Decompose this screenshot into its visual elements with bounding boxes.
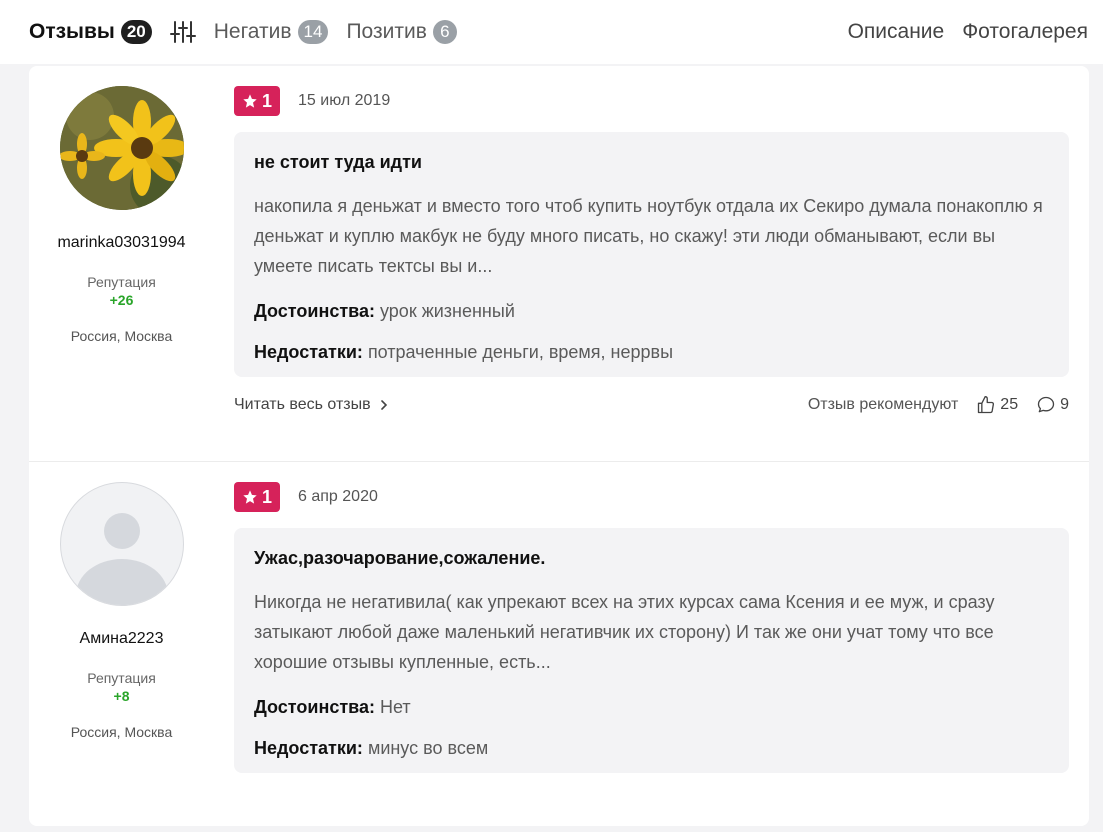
likes-count: 25 <box>1000 396 1019 413</box>
review-meta: 1 15 июл 2019 <box>234 86 1069 116</box>
tab-positive-label: Позитив <box>346 20 427 43</box>
tab-reviews-label: Отзывы <box>29 20 115 43</box>
top-links: Описание Фотогалерея <box>830 20 1088 44</box>
review-author: marinka03031994 Репутация +26 Россия, Мо… <box>29 66 214 344</box>
like-button[interactable]: 25 <box>976 395 1018 415</box>
rating-value: 1 <box>262 90 273 111</box>
user-location: Россия, Москва <box>70 724 173 740</box>
tab-positive[interactable]: Позитив 6 <box>346 20 457 44</box>
tab-negative[interactable]: Негатив 14 <box>214 20 329 44</box>
negative-count-badge: 14 <box>297 20 329 44</box>
review-item: marinka03031994 Репутация +26 Россия, Мо… <box>29 66 1089 462</box>
positive-count-badge: 6 <box>432 20 457 44</box>
filter-settings-icon[interactable] <box>169 20 196 44</box>
reputation-value: +8 <box>113 688 130 704</box>
tab-negative-label: Негатив <box>213 20 292 43</box>
chevron-right-icon <box>380 400 387 410</box>
review-text: накопила я деньжат и вместо того чтоб ку… <box>254 196 1043 276</box>
pros-label: Достоинства: <box>254 697 375 717</box>
pros-text: урок жизненный <box>380 301 515 321</box>
comment-icon <box>1037 396 1055 413</box>
reputation-value: +26 <box>109 292 134 308</box>
review-card[interactable]: не стоит туда идти накопила я деньжат и … <box>234 132 1069 377</box>
review-title: не стоит туда идти <box>254 152 422 172</box>
read-more-link[interactable]: Читать весь отзыв <box>234 396 391 414</box>
review-content: 1 6 апр 2020 Ужас,разочарование,сожалени… <box>234 462 1069 773</box>
description-link[interactable]: Описание <box>848 20 945 44</box>
cons-text: потраченные деньги, время, неррвы <box>367 342 674 362</box>
username[interactable]: marinka03031994 <box>57 232 187 254</box>
review-title: Ужас,разочарование,сожаление. <box>254 548 546 568</box>
pros-text: Нет <box>380 697 411 717</box>
comments-count: 9 <box>1060 396 1069 413</box>
tab-reviews[interactable]: Отзывы 20 <box>29 20 152 44</box>
review-pros: Достоинства: Нет <box>254 697 1049 718</box>
rating-badge: 1 <box>234 86 281 116</box>
star-icon <box>243 490 257 504</box>
default-user-icon <box>75 513 168 605</box>
avatar[interactable] <box>59 482 184 606</box>
review-date: 6 апр 2020 <box>298 488 378 505</box>
review-footer: Читать весь отзыв Отзыв рекомендуют 25 9 <box>234 393 1069 417</box>
star-icon <box>243 94 257 108</box>
gallery-link[interactable]: Фотогалерея <box>962 20 1088 44</box>
thumbs-up-icon <box>978 396 995 414</box>
review-meta: 1 6 апр 2020 <box>234 482 1069 512</box>
review-card[interactable]: Ужас,разочарование,сожаление. Никогда не… <box>234 528 1069 773</box>
reviews-list: marinka03031994 Репутация +26 Россия, Мо… <box>29 66 1089 826</box>
cons-text: минус во всем <box>367 738 489 758</box>
cons-label: Недостатки: <box>254 342 363 362</box>
rating-badge: 1 <box>234 482 281 512</box>
review-cons: Недостатки: потраченные деньги, время, н… <box>254 342 1049 363</box>
read-more-label: Читать весь отзыв <box>234 396 371 413</box>
review-item: Амина2223 Репутация +8 Россия, Москва 1 … <box>29 462 1089 832</box>
review-content: 1 15 июл 2019 не стоит туда идти накопил… <box>234 66 1069 417</box>
recommend-label: Отзыв рекомендуют <box>807 396 959 413</box>
reviews-count-badge: 20 <box>120 20 152 44</box>
pros-label: Достоинства: <box>254 301 375 321</box>
username[interactable]: Амина2223 <box>57 628 187 650</box>
user-location: Россия, Москва <box>70 328 173 344</box>
avatar[interactable] <box>59 86 184 210</box>
review-cons: Недостатки: минус во всем <box>254 738 1049 759</box>
review-date: 15 июл 2019 <box>298 92 391 109</box>
cons-label: Недостатки: <box>254 738 363 758</box>
review-pros: Достоинства: урок жизненный <box>254 301 1049 322</box>
review-author: Амина2223 Репутация +8 Россия, Москва <box>29 462 214 740</box>
comments-button[interactable]: 9 <box>1036 395 1069 415</box>
review-text: Никогда не негативила( как упрекают всех… <box>254 592 995 672</box>
rating-value: 1 <box>262 486 273 507</box>
sunflower-photo-icon <box>59 86 184 210</box>
reviews-tabs-bar: Отзывы 20 Негатив 14 Позитив 6 Описание … <box>0 0 1103 64</box>
reputation-label: Репутация <box>87 670 156 686</box>
reputation-label: Репутация <box>87 274 156 290</box>
